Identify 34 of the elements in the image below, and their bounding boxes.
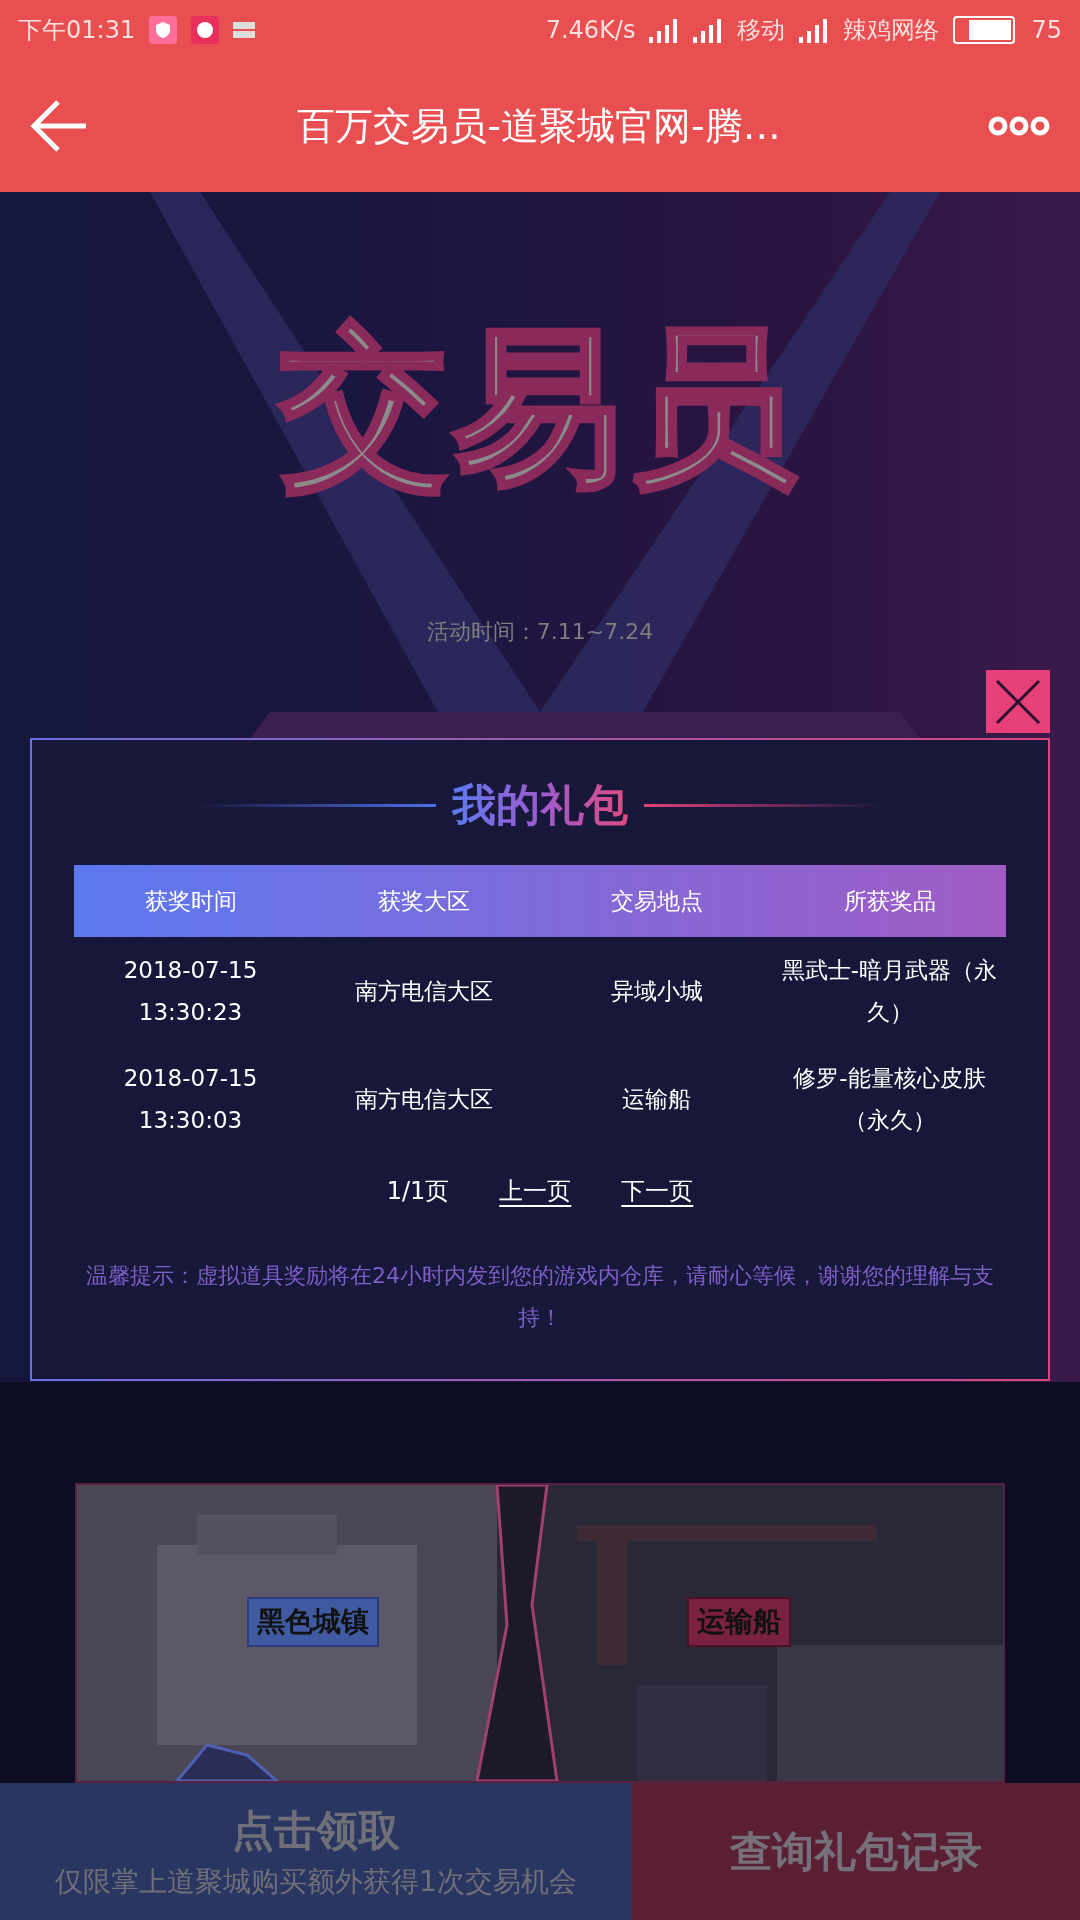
signal-icon — [693, 17, 724, 43]
more-icon[interactable] — [988, 116, 1050, 136]
table-cell-text: 修罗-能量核心皮肤（永久） — [792, 1064, 987, 1135]
table-cell: 异域小城 — [540, 937, 773, 1045]
battery-percent: 75 — [1031, 16, 1062, 44]
column-header: 获奖时间 — [74, 865, 307, 937]
table-cell: 南方电信大区 — [307, 937, 540, 1045]
signal-icon — [799, 17, 830, 43]
app-icon — [191, 16, 220, 44]
shield-icon — [149, 16, 178, 44]
signal-icon — [649, 17, 680, 43]
page-title: 百万交易员-道聚城官网-腾… — [296, 102, 782, 150]
carrier-name: 移动 — [737, 15, 786, 46]
network-speed: 7.46K/s — [545, 16, 636, 44]
storage-icon — [233, 19, 256, 41]
map-label: 运输船 — [687, 1597, 791, 1647]
event-period: 活动时间：7.11~7.24 — [426, 618, 654, 646]
notice-text: 温馨提示：虚拟道具奖励将在24小时内发到您的游戏内仓库，请耐心等候，谢谢您的理解与支持！ — [85, 1262, 995, 1332]
table-cell: 黑武士-暗月武器（永久） — [773, 937, 1006, 1045]
battery-icon — [953, 16, 1018, 44]
close-button[interactable] — [986, 670, 1050, 733]
next-page-link[interactable]: 下一页 — [621, 1175, 694, 1207]
page-indicator: 1/1页 — [386, 1176, 450, 1207]
clock-time: 下午01:31 — [18, 15, 136, 46]
column-header: 交易地点 — [540, 865, 773, 937]
network-name: 辣鸡网络 — [843, 15, 940, 46]
table-cell-text: 运输船 — [621, 1085, 692, 1114]
column-header: 获奖大区 — [307, 865, 540, 937]
map-label: 黑色城镇 — [247, 1597, 379, 1647]
table-cell: 2018-07-15 13:30:23 — [74, 937, 307, 1045]
prev-page-link[interactable]: 上一页 — [499, 1175, 572, 1207]
table-cell-text: 2018-07-15 13:30:03 — [122, 1064, 259, 1135]
column-header: 所获奖品 — [773, 865, 1006, 937]
table-cell-text: 南方电信大区 — [353, 1085, 494, 1114]
